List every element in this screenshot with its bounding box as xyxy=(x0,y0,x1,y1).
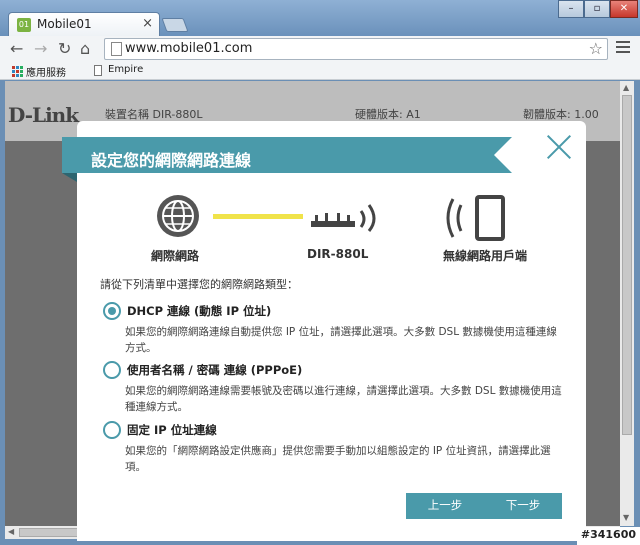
intro-text: 請從下列清單中選擇您的網際網路類型： xyxy=(100,278,298,291)
bookmark-page-icon xyxy=(94,65,102,76)
dialog-title: 設定您的網際網路連線 xyxy=(91,151,252,170)
maximize-button[interactable]: ▫ xyxy=(584,0,610,18)
page-icon xyxy=(111,42,122,56)
radio-static-ip[interactable] xyxy=(103,421,121,439)
router-label: DIR-880L xyxy=(307,247,369,261)
reload-icon[interactable]: ↻ xyxy=(58,39,71,58)
scroll-left-icon[interactable]: ◀ xyxy=(8,527,14,536)
close-icon[interactable] xyxy=(545,133,573,161)
bookmark-apps[interactable]: 應用服務 xyxy=(26,64,66,79)
wireless-client-icon xyxy=(446,195,505,241)
tab-close-icon[interactable]: × xyxy=(142,16,153,31)
option-dhcp-desc: 如果您的網際網路連線自動提供您 IP 位址，請選擇此選項。大多數 DSL 數據機… xyxy=(125,326,557,354)
connection-line xyxy=(213,214,303,219)
title-bar: 01 Mobile01 × – ▫ ✕ xyxy=(0,0,640,36)
bookmark-empire[interactable]: Empire xyxy=(108,64,143,75)
next-button[interactable]: 下一步 xyxy=(484,493,562,519)
minimize-button[interactable]: – xyxy=(558,0,584,18)
vertical-scroll-thumb[interactable] xyxy=(622,95,632,435)
radio-dhcp[interactable] xyxy=(103,302,121,320)
url-text: www.mobile01.com xyxy=(125,41,253,56)
tab-title: Mobile01 xyxy=(37,17,92,31)
internet-setup-dialog: 設定您的網際網路連線 網際網路 DIR-880L 無線網路用戶端 請從下列清單中… xyxy=(62,121,586,541)
maximize-icon: ▫ xyxy=(593,3,601,14)
wireless-client-label: 無線網路用戶端 xyxy=(443,249,528,263)
tab-mobile01[interactable]: 01 Mobile01 × xyxy=(8,12,160,36)
close-window-button[interactable]: ✕ xyxy=(610,0,638,18)
option-static-ip-desc: 如果您的「網際網路設定供應商」提供您需要手動加以組態設定的 IP 位址資訊，請選… xyxy=(125,445,551,473)
option-static-ip-label: 固定 IP 位址連線 xyxy=(127,423,217,437)
menu-icon[interactable] xyxy=(616,41,630,55)
scroll-up-icon[interactable]: ▲ xyxy=(623,83,629,92)
dlink-logo: D-Link xyxy=(8,103,79,127)
new-tab-button[interactable] xyxy=(161,18,189,32)
option-dhcp-label: DHCP 連線 (動態 IP 位址) xyxy=(127,304,272,318)
forward-arrow-icon[interactable]: → xyxy=(34,39,47,58)
device-name: 裝置名稱 DIR-880L xyxy=(105,108,203,121)
firmware-version: 韌體版本: 1.00 xyxy=(523,108,599,121)
internet-label: 網際網路 xyxy=(151,249,200,263)
prev-button[interactable]: 上一步 xyxy=(406,493,484,519)
browser-toolbar: ← → ↻ ⌂ www.mobile01.com ☆ xyxy=(0,36,640,62)
option-pppoe-desc: 如果您的網際網路連線需要帳號及密碼以進行連線，請選擇此選項。大多數 DSL 數據… xyxy=(125,385,562,413)
scroll-down-icon[interactable]: ▼ xyxy=(623,513,629,522)
vertical-scrollbar[interactable]: ▲ ▼ xyxy=(620,81,634,526)
router-icon xyxy=(311,204,376,232)
minimize-icon: – xyxy=(568,3,574,14)
back-arrow-icon[interactable]: ← xyxy=(10,39,23,58)
option-pppoe-label: 使用者名稱 / 密碼 連線 (PPPoE) xyxy=(127,363,303,377)
mobile01-favicon-icon: 01 xyxy=(17,18,31,32)
close-icon: ✕ xyxy=(619,3,629,14)
bookmarks-bar: 應用服務 Empire xyxy=(0,62,640,80)
home-icon[interactable]: ⌂ xyxy=(80,39,90,58)
globe-icon xyxy=(157,195,199,237)
address-bar[interactable]: www.mobile01.com ☆ xyxy=(104,38,608,60)
radio-pppoe[interactable] xyxy=(103,361,121,379)
bookmark-star-icon[interactable]: ☆ xyxy=(589,39,603,58)
apps-grid-icon[interactable] xyxy=(12,66,23,77)
ribbon-fold xyxy=(62,173,77,182)
hardware-version: 硬體版本: A1 xyxy=(355,108,421,121)
watermark: #341600 xyxy=(576,527,640,545)
